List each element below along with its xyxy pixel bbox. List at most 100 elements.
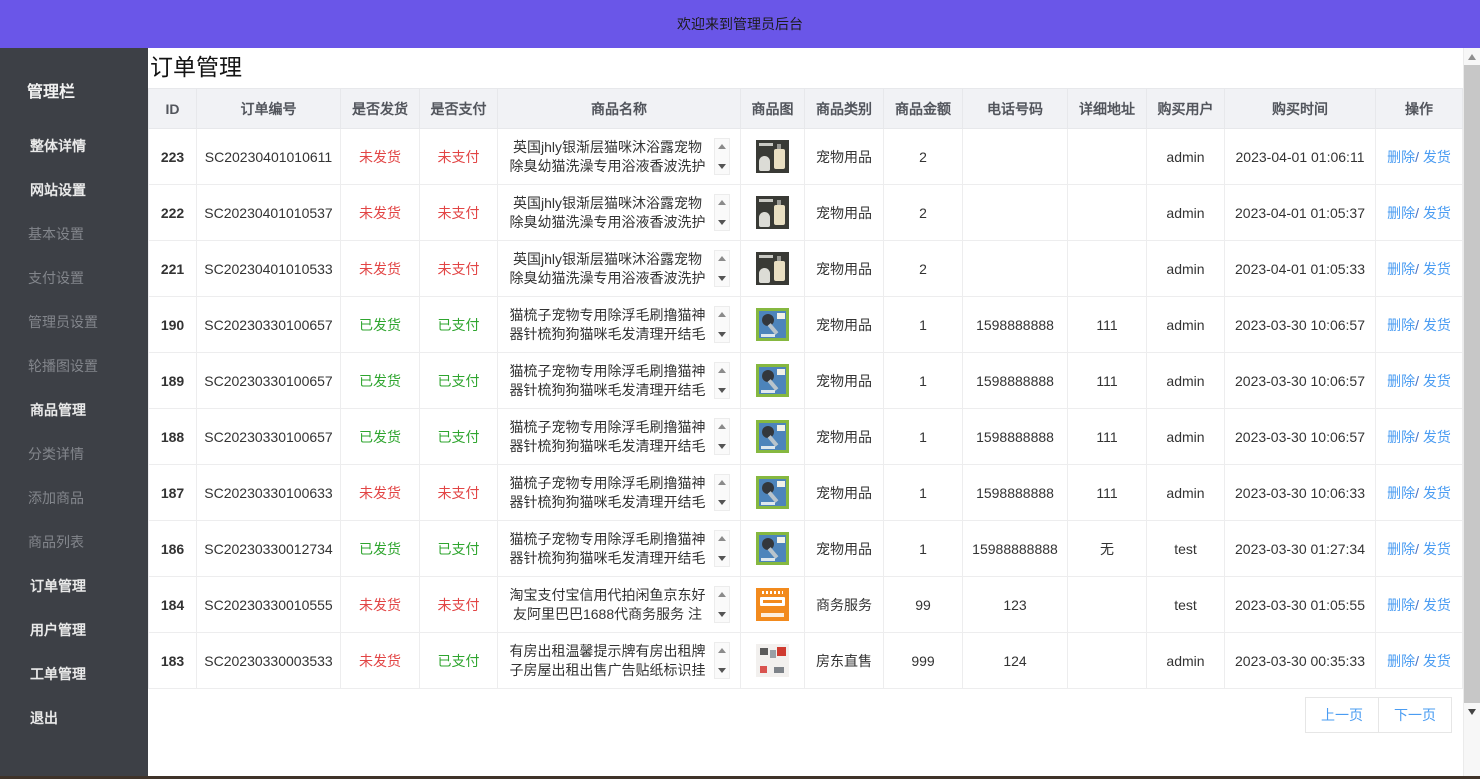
phone-cell: 124 (962, 632, 1068, 689)
name-scroll-down-icon[interactable] (715, 160, 729, 173)
ship-link[interactable]: 发货 (1423, 317, 1451, 333)
name-scroll-up-icon[interactable] (715, 196, 729, 209)
name-scrollbar[interactable] (714, 306, 730, 343)
name-scroll-down-icon[interactable] (715, 608, 729, 621)
name-scroll-down-icon[interactable] (715, 216, 729, 229)
name-scroll-up-icon[interactable] (715, 308, 729, 321)
delete-link[interactable]: 删除 (1387, 205, 1415, 221)
name-scrollbar[interactable] (714, 642, 730, 679)
sidebar-menu: 整体详情 网站设置 基本设置 支付设置 管理员设置 轮播图设置 商品管理 分类详情 添加商品 商品… (0, 124, 148, 740)
ship-link[interactable]: 发货 (1423, 205, 1451, 221)
name-scrollbar[interactable] (714, 474, 730, 511)
time-cell: 2023-03-30 00:35:33 (1224, 632, 1376, 689)
name-scroll-up-icon[interactable] (715, 140, 729, 153)
name-scroll-up-icon[interactable] (715, 364, 729, 377)
ship-status-cell: 未发货 (340, 128, 420, 185)
delete-link[interactable]: 删除 (1387, 261, 1415, 277)
delete-link[interactable]: 删除 (1387, 429, 1415, 445)
amount-cell: 999 (883, 632, 963, 689)
order-no-cell: SC20230401010537 (196, 184, 341, 241)
sidebar-item-6[interactable]: 商品管理 (0, 388, 148, 432)
name-scroll-down-icon[interactable] (715, 272, 729, 285)
sidebar-item-12[interactable]: 工单管理 (0, 652, 148, 696)
name-scroll-down-icon[interactable] (715, 552, 729, 565)
sidebar-item-4[interactable]: 管理员设置 (0, 300, 148, 344)
ship-link[interactable]: 发货 (1423, 373, 1451, 389)
next-page-button[interactable]: 下一页 (1379, 697, 1452, 733)
name-scroll-up-icon[interactable] (715, 532, 729, 545)
sidebar-item-11[interactable]: 用户管理 (0, 608, 148, 652)
action-separator: / (1415, 260, 1423, 277)
product-name-cell: 猫梳子宠物专用除浮毛刷撸猫神器针梳狗狗猫咪毛发清理开结毛 (497, 352, 741, 409)
delete-link[interactable]: 删除 (1387, 597, 1415, 613)
product-name-box: 猫梳子宠物专用除浮毛刷撸猫神器针梳狗狗猫咪毛发清理开结毛 (508, 418, 730, 455)
product-name-cell: 英国jhly银渐层猫咪沐浴露宠物除臭幼猫洗澡专用浴液香波洗护 (497, 184, 741, 241)
delete-link[interactable]: 删除 (1387, 373, 1415, 389)
name-scroll-up-icon[interactable] (715, 252, 729, 265)
sidebar-item-1[interactable]: 网站设置 (0, 168, 148, 212)
time-cell: 2023-03-30 10:06:57 (1224, 352, 1376, 409)
name-scroll-down-icon[interactable] (715, 440, 729, 453)
column-header: 电话号码 (962, 88, 1068, 129)
buyer-cell: admin (1146, 184, 1225, 241)
sidebar-item-9[interactable]: 商品列表 (0, 520, 148, 564)
product-name-box: 猫梳子宠物专用除浮毛刷撸猫神器针梳狗狗猫咪毛发清理开结毛 (508, 362, 730, 399)
order-no-cell: SC20230330100633 (196, 464, 341, 521)
product-name: 猫梳子宠物专用除浮毛刷撸猫神器针梳狗狗猫咪毛发清理开结毛 (509, 419, 706, 454)
name-scrollbar[interactable] (714, 194, 730, 231)
name-scroll-up-icon[interactable] (715, 588, 729, 601)
delete-link[interactable]: 删除 (1387, 485, 1415, 501)
ship-link[interactable]: 发货 (1423, 429, 1451, 445)
ship-link[interactable]: 发货 (1423, 541, 1451, 557)
sidebar-item-13[interactable]: 退出 (0, 696, 148, 740)
table-row: 222 SC20230401010537 未发货 未支付 英国jhly银渐层猫咪沐浴露宠… (148, 184, 1463, 241)
name-scrollbar[interactable] (714, 138, 730, 175)
ship-status-cell: 已发货 (340, 296, 420, 353)
name-scrollbar[interactable] (714, 418, 730, 455)
sidebar-item-2[interactable]: 基本设置 (0, 212, 148, 256)
sidebar-item-0[interactable]: 整体详情 (0, 124, 148, 168)
scroll-down-icon[interactable] (1464, 703, 1480, 720)
name-scrollbar[interactable] (714, 586, 730, 623)
category-cell: 房东直售 (804, 632, 884, 689)
product-image-cell (740, 632, 805, 689)
amount-cell: 2 (883, 184, 963, 241)
banner-title: 欢迎来到管理员后台 (677, 16, 803, 32)
time-cell: 2023-03-30 01:27:34 (1224, 520, 1376, 577)
order-id-cell: 189 (148, 352, 197, 409)
order-no-cell: SC20230330100657 (196, 296, 341, 353)
prev-page-button[interactable]: 上一页 (1305, 697, 1379, 733)
ship-link[interactable]: 发货 (1423, 597, 1451, 613)
name-scroll-up-icon[interactable] (715, 420, 729, 433)
name-scroll-down-icon[interactable] (715, 664, 729, 677)
delete-link[interactable]: 删除 (1387, 541, 1415, 557)
scrollbar[interactable] (1463, 48, 1480, 779)
ship-link[interactable]: 发货 (1423, 653, 1451, 669)
ship-link[interactable]: 发货 (1423, 261, 1451, 277)
delete-link[interactable]: 删除 (1387, 653, 1415, 669)
ship-status: 未发货 (359, 652, 401, 669)
name-scroll-down-icon[interactable] (715, 384, 729, 397)
name-scroll-up-icon[interactable] (715, 476, 729, 489)
action-separator: / (1415, 316, 1423, 333)
name-scroll-down-icon[interactable] (715, 496, 729, 509)
name-scrollbar[interactable] (714, 362, 730, 399)
sidebar-item-3[interactable]: 支付设置 (0, 256, 148, 300)
actions-cell: 删除/ 发货 (1375, 632, 1463, 689)
name-scrollbar[interactable] (714, 250, 730, 287)
scrollbar-thumb[interactable] (1464, 65, 1480, 703)
scroll-up-icon[interactable] (1464, 48, 1480, 65)
ship-link[interactable]: 发货 (1423, 149, 1451, 165)
sidebar-item-8[interactable]: 添加商品 (0, 476, 148, 520)
product-name: 猫梳子宠物专用除浮毛刷撸猫神器针梳狗狗猫咪毛发清理开结毛 (509, 531, 706, 566)
delete-link[interactable]: 删除 (1387, 317, 1415, 333)
name-scroll-down-icon[interactable] (715, 328, 729, 341)
sidebar-item-10[interactable]: 订单管理 (0, 564, 148, 608)
sidebar-item-5[interactable]: 轮播图设置 (0, 344, 148, 388)
product-name: 淘宝支付宝信用代拍闲鱼京东好友阿里巴巴1688代商务服务 注 (509, 587, 706, 622)
sidebar-item-7[interactable]: 分类详情 (0, 432, 148, 476)
name-scrollbar[interactable] (714, 530, 730, 567)
ship-link[interactable]: 发货 (1423, 485, 1451, 501)
name-scroll-up-icon[interactable] (715, 644, 729, 657)
delete-link[interactable]: 删除 (1387, 149, 1415, 165)
